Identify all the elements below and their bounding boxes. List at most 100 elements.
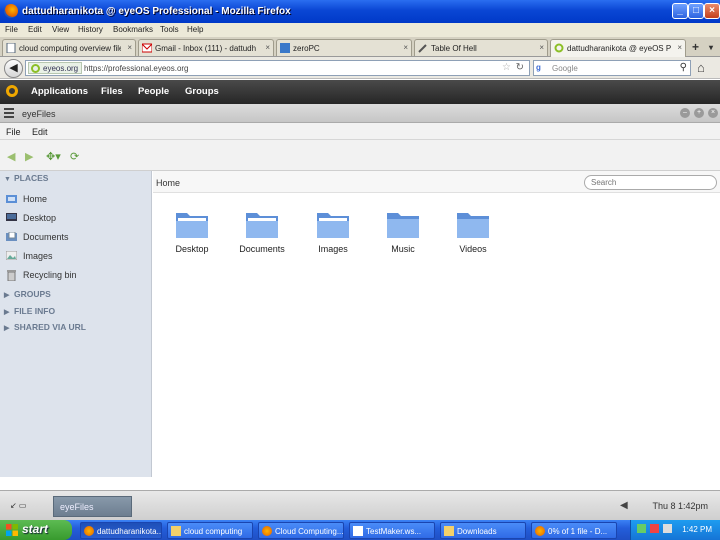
collapsed-arrow-icon: ▶ — [4, 292, 10, 299]
taskbar-button-folder[interactable]: cloud computing — [167, 522, 253, 539]
start-button[interactable]: start — [0, 520, 72, 540]
folder-item-videos[interactable]: Videos — [443, 209, 503, 259]
bookmark-star-icon[interactable]: ☆ — [502, 62, 511, 73]
refresh-icon[interactable]: ⟳ — [70, 150, 79, 163]
window-title: dattudharanikota @ eyeOS Professional - … — [22, 6, 291, 17]
volume-icon[interactable]: ◀ — [620, 500, 628, 511]
trash-icon — [7, 270, 16, 281]
minimize-button[interactable]: _ — [672, 3, 688, 19]
file-info-section-header[interactable]: ▶ FILE INFO — [4, 306, 55, 316]
tab-close-icon[interactable]: × — [403, 43, 408, 52]
files-menu-file[interactable]: File — [6, 127, 21, 137]
taskbar-button-firefox[interactable]: dattudharanikota... — [80, 522, 162, 539]
menu-tools[interactable]: Tools — [160, 25, 179, 34]
firefox-icon — [535, 526, 545, 536]
taskbar-button-downloads[interactable]: Downloads — [440, 522, 526, 539]
taskbar-item-eyefiles[interactable]: eyeFiles — [53, 496, 132, 517]
tab-zeropc[interactable]: zeroPC × — [276, 39, 412, 56]
window-menu-icon[interactable] — [4, 108, 14, 118]
tab-cloud-computing[interactable]: cloud computing overview file × — [2, 39, 136, 56]
eyeos-menu-groups[interactable]: Groups — [185, 86, 219, 97]
window-maximize-icon[interactable]: + — [694, 108, 704, 118]
search-bar[interactable]: g Google ⚲ — [533, 60, 691, 76]
collapsed-arrow-icon: ▶ — [4, 309, 10, 316]
menu-edit[interactable]: Edit — [28, 25, 42, 34]
eyeos-menu-files[interactable]: Files — [101, 86, 123, 97]
folder-icon — [317, 213, 349, 238]
files-toolbar: ◀ ▶ ✥▾ ⟳ — [0, 140, 720, 171]
maximize-button[interactable]: □ — [688, 3, 704, 19]
folder-item-desktop[interactable]: Desktop — [162, 209, 222, 259]
browser-menu-bar: File Edit View History Bookmarks Tools H… — [0, 23, 720, 37]
firefox-icon — [262, 526, 272, 536]
documents-icon — [6, 232, 17, 241]
navigation-bar: ◀ eyeos.org https://professional.eyeos.o… — [0, 57, 720, 79]
collapsed-arrow-icon: ▶ — [4, 325, 10, 332]
eyeos-logo-icon[interactable] — [6, 85, 18, 97]
folder-icon — [457, 213, 489, 238]
zeropc-icon — [280, 43, 290, 53]
tab-gmail[interactable]: Gmail - Inbox (111) - dattudh × — [138, 39, 274, 56]
desktop-icon — [6, 213, 17, 221]
site-identity-badge[interactable]: eyeos.org — [28, 62, 83, 74]
tab-close-icon[interactable]: × — [539, 43, 544, 52]
tab-table-of-hell[interactable]: Table Of Hell × — [414, 39, 548, 56]
tab-close-icon[interactable]: × — [265, 43, 270, 52]
tab-eyeos[interactable]: dattudharanikota @ eyeOS P × — [550, 39, 686, 57]
menu-help[interactable]: Help — [187, 25, 203, 34]
window-close-icon[interactable]: × — [708, 108, 718, 118]
windows-flag-icon — [6, 524, 18, 536]
forward-arrow-icon[interactable]: ▶ — [25, 150, 33, 163]
files-menu-edit[interactable]: Edit — [32, 127, 48, 137]
tab-close-icon[interactable]: × — [677, 43, 682, 52]
breadcrumb-home[interactable]: Home — [156, 178, 180, 188]
folder-icon — [444, 526, 454, 536]
firefox-icon — [84, 526, 94, 536]
tab-strip: cloud computing overview file × Gmail - … — [0, 37, 720, 57]
system-clock: 1:42 PM — [682, 525, 712, 534]
groups-section-header[interactable]: ▶ GROUPS — [4, 289, 51, 299]
menu-view[interactable]: View — [52, 25, 69, 34]
folder-item-images[interactable]: Images — [303, 209, 363, 259]
magnifier-icon[interactable]: ⚲ — [680, 62, 687, 73]
folder-item-documents[interactable]: Documents — [232, 209, 292, 259]
files-window-title: eyeFiles — [22, 109, 56, 119]
shared-via-url-section-header[interactable]: ▶ SHARED VIA URL — [4, 322, 86, 332]
taskbar-button-cloud-computing[interactable]: Cloud Computing... — [258, 522, 344, 539]
url-bar[interactable]: eyeos.org https://professional.eyeos.org… — [25, 60, 530, 76]
taskbar-button-testmaker[interactable]: TestMaker.ws... — [349, 522, 435, 539]
eyeos-menu-people[interactable]: People — [138, 86, 169, 97]
eyeos-icon — [554, 43, 564, 53]
menu-bookmarks[interactable]: Bookmarks — [113, 25, 153, 34]
folder-icon — [387, 213, 419, 238]
files-search-input[interactable] — [591, 178, 711, 187]
images-icon — [6, 251, 17, 260]
tab-list-chevron-icon[interactable]: ▾ — [709, 43, 713, 52]
back-arrow-icon[interactable]: ◀ — [7, 150, 15, 163]
places-section-header[interactable]: ▼ PLACES — [4, 173, 48, 183]
new-tab-icon[interactable]: + — [692, 40, 699, 54]
folder-icon — [176, 213, 208, 238]
document-icon — [353, 526, 363, 536]
files-window-title-bar[interactable]: eyeFiles – + × — [0, 104, 720, 123]
home-icon[interactable]: ⌂ — [697, 60, 705, 75]
tab-close-icon[interactable]: × — [127, 43, 132, 52]
menu-file[interactable]: File — [5, 25, 18, 34]
network-icon[interactable] — [637, 524, 646, 533]
folder-icon — [171, 526, 181, 536]
eyeos-menu-applications[interactable]: Applications — [31, 86, 88, 97]
minimize-all-icon[interactable]: ↙ ▭ — [10, 501, 26, 510]
folder-item-music[interactable]: Music — [373, 209, 433, 259]
close-window-button[interactable]: × — [704, 3, 720, 19]
reload-icon[interactable]: ↻ — [516, 62, 524, 73]
url-text[interactable]: https://professional.eyeos.org — [84, 64, 189, 73]
menu-history[interactable]: History — [78, 25, 103, 34]
files-search-field[interactable] — [584, 175, 717, 190]
back-arrow-icon[interactable]: ◀ — [4, 59, 23, 78]
speaker-icon[interactable] — [663, 524, 672, 533]
taskbar-button-download-progress[interactable]: 0% of 1 file - D... — [531, 522, 617, 539]
window-minimize-icon[interactable]: – — [680, 108, 690, 118]
move-up-icon[interactable]: ✥▾ — [46, 150, 61, 163]
security-icon[interactable] — [650, 524, 659, 533]
files-sidebar: ▼ PLACES Home Desktop Documents Images Re… — [0, 171, 152, 477]
